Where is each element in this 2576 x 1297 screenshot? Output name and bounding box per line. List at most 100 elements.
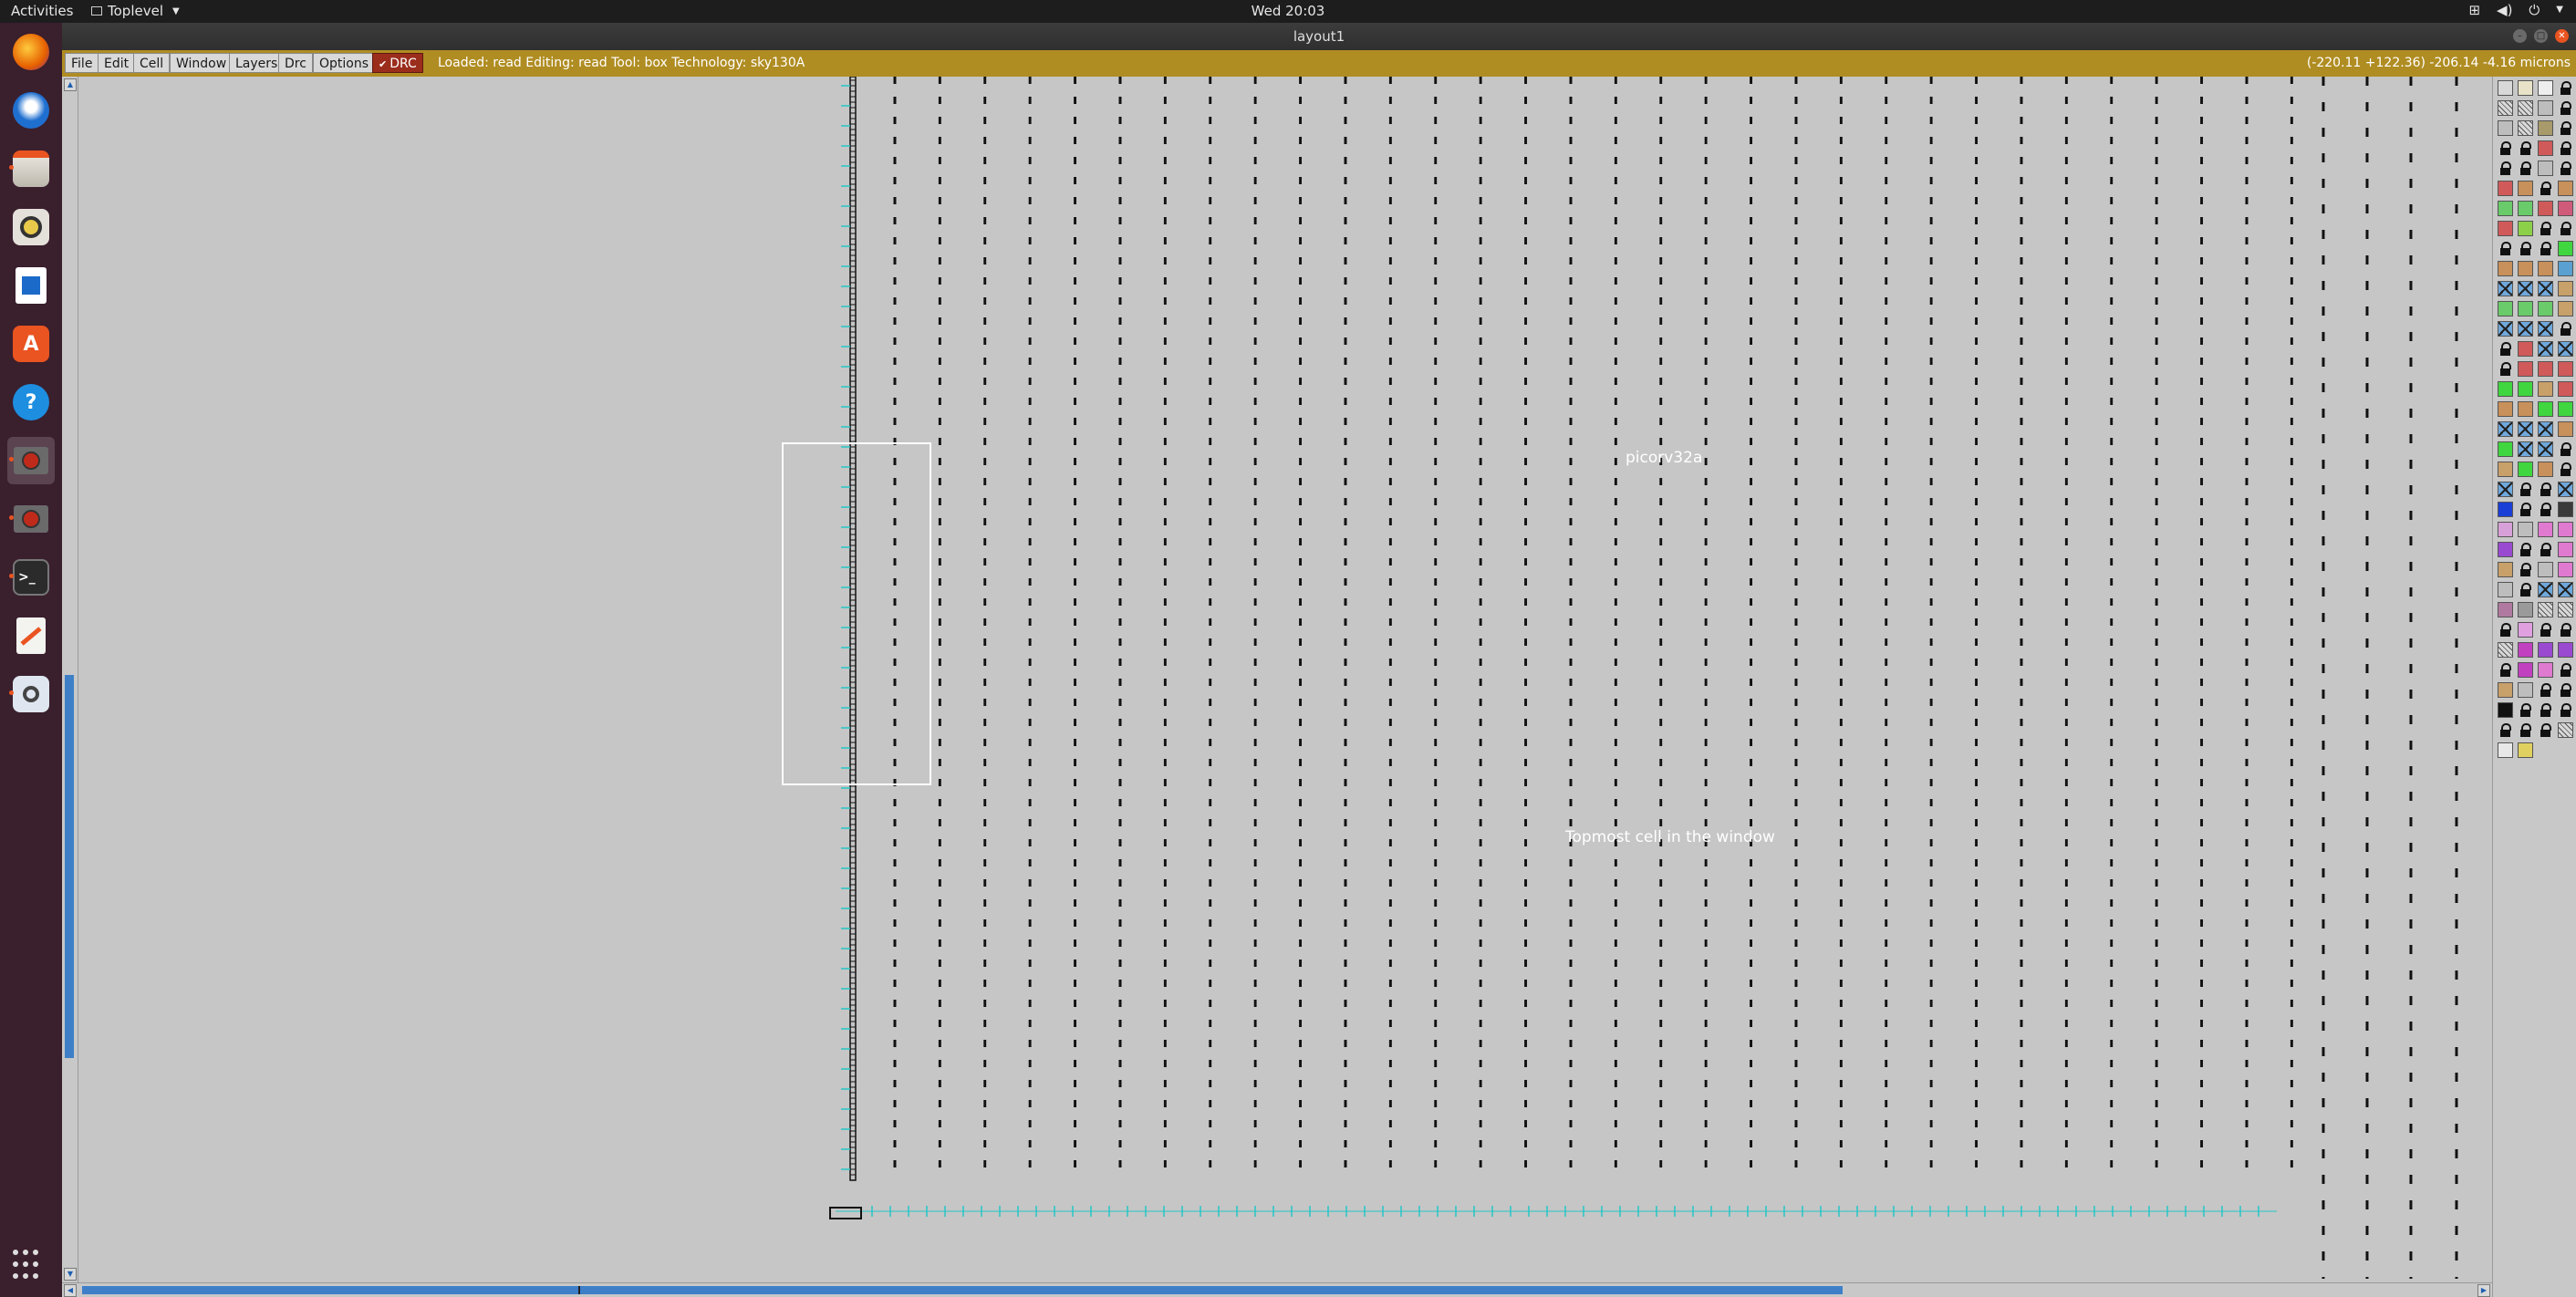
lock-icon[interactable] xyxy=(2518,502,2533,517)
layer-swatch[interactable] xyxy=(2518,662,2533,678)
layer-swatch[interactable] xyxy=(2498,381,2513,397)
vertical-scroll-thumb[interactable] xyxy=(65,675,74,1058)
close-button[interactable]: ✕ xyxy=(2555,29,2569,43)
layer-swatch[interactable] xyxy=(2518,522,2533,537)
lock-icon[interactable] xyxy=(2518,542,2533,557)
menu-cell[interactable]: Cell xyxy=(133,53,171,73)
layer-swatch[interactable] xyxy=(2558,522,2573,537)
lock-icon[interactable] xyxy=(2558,321,2573,337)
lock-icon[interactable] xyxy=(2558,221,2573,236)
lock-icon[interactable] xyxy=(2558,441,2573,457)
dock-item-image-viewer[interactable] xyxy=(7,670,55,718)
layer-swatch[interactable] xyxy=(2518,181,2533,196)
layer-swatch[interactable] xyxy=(2498,582,2513,597)
lock-icon[interactable] xyxy=(2498,161,2513,176)
dock-item-magic-2[interactable] xyxy=(7,495,55,543)
layer-swatch[interactable] xyxy=(2518,221,2533,236)
layer-swatch[interactable] xyxy=(2538,462,2553,477)
dock-item-firefox[interactable] xyxy=(7,28,55,76)
layer-swatch[interactable] xyxy=(2518,622,2533,638)
dock-item-rhythmbox[interactable] xyxy=(7,203,55,251)
lock-icon[interactable] xyxy=(2498,361,2513,377)
lock-icon[interactable] xyxy=(2518,161,2533,176)
layer-swatch[interactable] xyxy=(2538,201,2553,216)
scroll-left-arrow-icon[interactable]: ◀ xyxy=(64,1284,77,1297)
lock-icon[interactable] xyxy=(2498,722,2513,738)
menu-drc[interactable]: Drc xyxy=(278,53,313,73)
layer-swatch[interactable] xyxy=(2498,441,2513,457)
lock-icon[interactable] xyxy=(2538,502,2553,517)
layer-swatch[interactable] xyxy=(2538,441,2553,457)
layer-swatch[interactable] xyxy=(2538,361,2553,377)
lock-icon[interactable] xyxy=(2538,722,2553,738)
layer-swatch[interactable] xyxy=(2518,682,2533,698)
lock-icon[interactable] xyxy=(2538,542,2553,557)
layer-swatch[interactable] xyxy=(2558,381,2573,397)
layer-swatch[interactable] xyxy=(2518,602,2533,617)
layer-swatch[interactable] xyxy=(2538,582,2553,597)
layer-swatch[interactable] xyxy=(2558,181,2573,196)
lock-icon[interactable] xyxy=(2498,140,2513,156)
layer-swatch[interactable] xyxy=(2518,80,2533,96)
layer-swatch[interactable] xyxy=(2498,401,2513,417)
lock-icon[interactable] xyxy=(2518,140,2533,156)
window-title-bar[interactable]: layout1 – □ ✕ xyxy=(62,23,2576,50)
lock-icon[interactable] xyxy=(2518,482,2533,497)
layer-swatch[interactable] xyxy=(2498,702,2513,718)
layer-swatch[interactable] xyxy=(2558,401,2573,417)
layer-swatch[interactable] xyxy=(2498,221,2513,236)
layer-swatch[interactable] xyxy=(2558,642,2573,658)
scroll-down-arrow-icon[interactable]: ▼ xyxy=(64,1268,77,1281)
layer-swatch[interactable] xyxy=(2518,421,2533,437)
layer-swatch[interactable] xyxy=(2538,140,2553,156)
layer-swatch[interactable] xyxy=(2558,281,2573,296)
layer-swatch[interactable] xyxy=(2558,261,2573,276)
layer-swatch[interactable] xyxy=(2498,742,2513,758)
horizontal-scrollbar[interactable]: ◀ ▶ xyxy=(62,1282,2492,1297)
layer-swatch[interactable] xyxy=(2498,281,2513,296)
lock-icon[interactable] xyxy=(2538,682,2553,698)
layer-swatch[interactable] xyxy=(2498,542,2513,557)
dock-item-software[interactable]: A xyxy=(7,320,55,368)
maximize-button[interactable]: □ xyxy=(2534,29,2548,43)
layer-swatch[interactable] xyxy=(2558,602,2573,617)
layer-swatch[interactable] xyxy=(2498,642,2513,658)
dock-item-help[interactable]: ? xyxy=(7,379,55,426)
layer-swatch[interactable] xyxy=(2538,421,2553,437)
layer-swatch[interactable] xyxy=(2498,120,2513,136)
dock-item-terminal[interactable]: >_ xyxy=(7,554,55,601)
lock-icon[interactable] xyxy=(2558,702,2573,718)
horizontal-scroll-thumb[interactable] xyxy=(82,1286,1843,1294)
layer-swatch[interactable] xyxy=(2498,482,2513,497)
layer-swatch[interactable] xyxy=(2538,261,2553,276)
layer-swatch[interactable] xyxy=(2538,642,2553,658)
dock-item-thunderbird[interactable] xyxy=(7,87,55,134)
clock[interactable]: Wed 20:03 xyxy=(0,3,2576,19)
show-applications-button[interactable] xyxy=(13,1250,44,1281)
layer-swatch[interactable] xyxy=(2518,381,2533,397)
lock-icon[interactable] xyxy=(2518,722,2533,738)
lock-icon[interactable] xyxy=(2558,662,2573,678)
layout-canvas[interactable]: picorv32a Topmost cell in the window xyxy=(78,77,2492,1282)
layer-swatch[interactable] xyxy=(2518,120,2533,136)
lock-icon[interactable] xyxy=(2538,702,2553,718)
scroll-up-arrow-icon[interactable]: ▲ xyxy=(64,78,77,91)
layer-swatch[interactable] xyxy=(2518,100,2533,116)
layer-swatch[interactable] xyxy=(2498,421,2513,437)
layer-swatch[interactable] xyxy=(2518,341,2533,357)
layer-swatch[interactable] xyxy=(2538,341,2553,357)
scroll-right-arrow-icon[interactable]: ▶ xyxy=(2477,1284,2490,1297)
lock-icon[interactable] xyxy=(2558,140,2573,156)
dock-item-magic-1[interactable] xyxy=(7,437,55,484)
lock-icon[interactable] xyxy=(2538,221,2553,236)
layer-swatch[interactable] xyxy=(2518,281,2533,296)
layer-swatch[interactable] xyxy=(2558,301,2573,316)
lock-icon[interactable] xyxy=(2518,702,2533,718)
lock-icon[interactable] xyxy=(2538,181,2553,196)
layer-swatch[interactable] xyxy=(2558,201,2573,216)
lock-icon[interactable] xyxy=(2518,562,2533,577)
lock-icon[interactable] xyxy=(2498,662,2513,678)
layer-swatch[interactable] xyxy=(2538,301,2553,316)
layer-swatch[interactable] xyxy=(2498,321,2513,337)
layer-swatch[interactable] xyxy=(2558,562,2573,577)
